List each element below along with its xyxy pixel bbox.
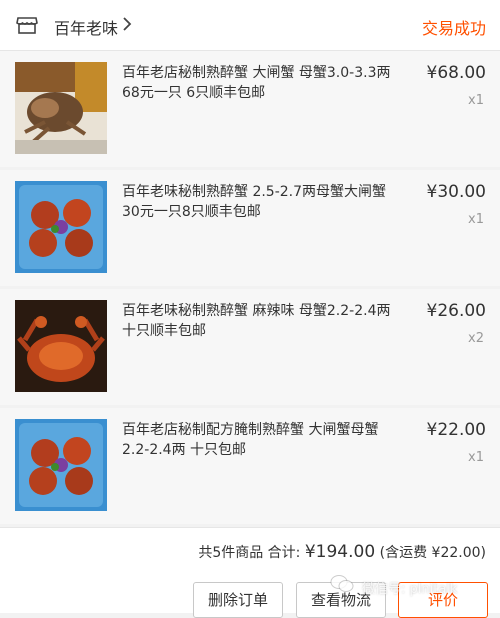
order-header: 百年老味 交易成功 [0, 0, 500, 51]
product-quantity: x2 [468, 331, 484, 346]
shipping-fee: (含运费 ¥22.00) [379, 545, 486, 561]
product-title[interactable]: 百年老味秘制熟醉蟹 麻辣味 母蟹2.2-2.4两 十只顺丰包邮 [122, 301, 402, 341]
product-image[interactable] [15, 419, 107, 511]
product-price: ¥22.00 [426, 420, 486, 440]
product-image[interactable] [15, 181, 107, 273]
product-title[interactable]: 百年老店秘制配方腌制熟醉蟹 大闸蟹母蟹 2.2-2.4两 十只包邮 [122, 420, 402, 460]
order-status: 交易成功 [421, 19, 486, 38]
order-item[interactable]: 百年老店秘制配方腌制熟醉蟹 大闸蟹母蟹 2.2-2.4两 十只包邮 ¥22.00… [0, 408, 500, 524]
product-quantity: x1 [468, 93, 484, 108]
item-count-label: 共5件商品 合计: [198, 545, 301, 561]
shop-name[interactable]: 百年老味 [54, 15, 118, 39]
order-summary: 共5件商品 合计: ¥194.00 (含运费 ¥22.00) [0, 527, 500, 577]
product-price: ¥68.00 [426, 63, 486, 83]
product-price: ¥26.00 [426, 301, 486, 321]
product-title[interactable]: 百年老店秘制熟醉蟹 大闸蟹 母蟹3.0-3.3两 68元一只 6只顺丰包邮 [122, 63, 402, 103]
product-price: ¥30.00 [426, 182, 486, 202]
product-title[interactable]: 百年老味秘制熟醉蟹 2.5-2.7两母蟹大闸蟹 30元一只8只顺丰包邮 [122, 182, 402, 222]
wechat-icon [330, 575, 354, 592]
product-quantity: x1 [468, 212, 484, 227]
order-item[interactable]: 百年老味秘制熟醉蟹 麻辣味 母蟹2.2-2.4两 十只顺丰包邮 ¥26.00 x… [0, 289, 500, 405]
order-item[interactable]: 百年老店秘制熟醉蟹 大闸蟹 母蟹3.0-3.3两 68元一只 6只顺丰包邮 ¥6… [0, 51, 500, 167]
order-summary-text: 共5件商品 合计: ¥194.00 (含运费 ¥22.00) [198, 542, 486, 562]
order-total: ¥194.00 [304, 542, 376, 562]
product-image[interactable] [15, 62, 107, 154]
product-image[interactable] [15, 300, 107, 392]
order-item[interactable]: 百年老味秘制熟醉蟹 2.5-2.7两母蟹大闸蟹 30元一只8只顺丰包邮 ¥30.… [0, 170, 500, 286]
product-quantity: x1 [468, 450, 484, 465]
chevron-right-icon[interactable] [122, 16, 132, 32]
shop-icon[interactable] [16, 14, 38, 36]
watermark-text: 微信号: plnitalk [362, 582, 458, 597]
